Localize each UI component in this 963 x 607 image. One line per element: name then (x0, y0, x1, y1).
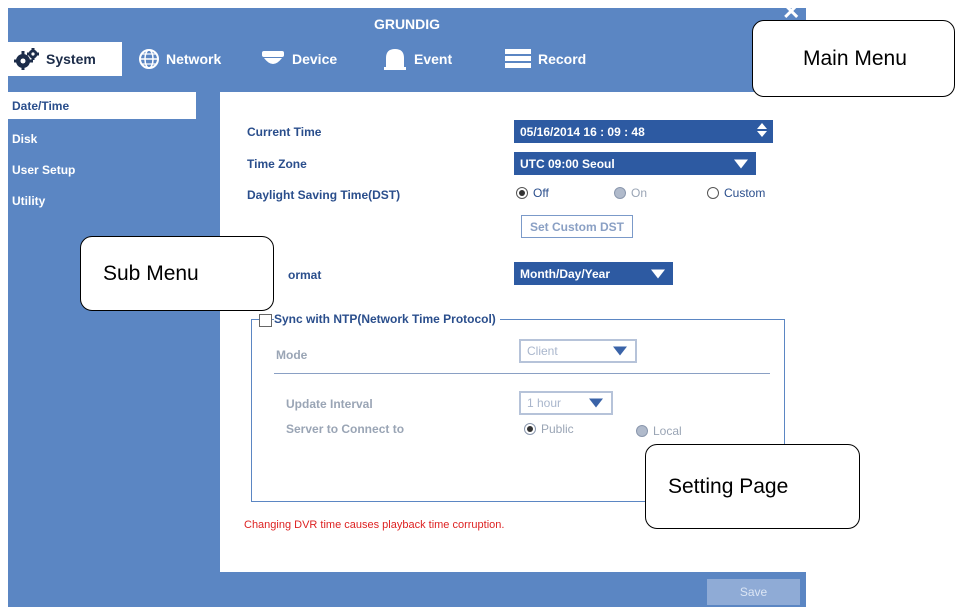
tab-label: Event (414, 51, 453, 67)
mode-value: Client (527, 344, 558, 358)
chevron-down-icon (589, 398, 603, 408)
divider (274, 373, 770, 374)
dst-custom-label: Custom (724, 186, 766, 200)
dst-on-radio[interactable]: On (614, 186, 647, 200)
current-time-field[interactable]: 05/16/2014 16 : 09 : 48 (514, 120, 773, 143)
save-button[interactable]: Save (707, 579, 800, 605)
server-public-label: Public (541, 422, 574, 436)
tab-event[interactable]: Event (376, 42, 452, 76)
sidebar-item-disk[interactable]: Disk (8, 123, 196, 154)
radio-disabled-icon (614, 187, 626, 199)
server-public-radio[interactable]: Public (524, 422, 574, 436)
main-menu: System Network Device Event Record (8, 42, 806, 78)
update-interval-select[interactable]: 1 hour (519, 391, 613, 415)
ntp-checkbox[interactable] (259, 314, 272, 327)
current-time-label: Current Time (247, 125, 322, 139)
camera-icon (262, 51, 284, 64)
dst-off-radio[interactable]: Off (516, 186, 549, 200)
record-icon (505, 49, 531, 68)
server-local-label: Local (653, 424, 682, 438)
date-format-value: Month/Day/Year (520, 266, 611, 281)
main-menu-callout: Main Menu (752, 20, 955, 97)
sidebar-item-datetime[interactable]: Date/Time (8, 92, 196, 119)
warning-text: Changing DVR time causes playback time c… (244, 519, 505, 531)
tab-record[interactable]: Record (498, 42, 586, 76)
globe-icon (139, 49, 159, 69)
mode-select[interactable]: Client (519, 339, 637, 363)
tab-label: Device (292, 51, 338, 67)
tab-label: Network (166, 51, 222, 67)
radio-selected-icon (516, 187, 528, 199)
date-format-label: ormat (288, 268, 322, 282)
radio-icon (707, 187, 719, 199)
spinner-icon[interactable] (757, 123, 767, 137)
setting-page-callout: Setting Page (645, 444, 860, 529)
dst-on-label: On (631, 186, 648, 200)
chevron-down-icon (613, 346, 627, 356)
current-time-value: 05/16/2014 16 : 09 : 48 (520, 124, 645, 139)
sub-menu: Date/Time Disk User Setup Utility (8, 92, 196, 216)
time-zone-label: Time Zone (247, 157, 307, 171)
date-format-select[interactable]: Month/Day/Year (514, 262, 673, 285)
dst-custom-radio[interactable]: Custom (707, 186, 765, 200)
mode-label: Mode (276, 348, 308, 362)
bell-icon (384, 49, 406, 70)
tab-label: System (46, 51, 96, 67)
time-zone-value: UTC 09:00 Seoul (520, 156, 615, 171)
ntp-label: Sync with NTP(Network Time Protocol) (274, 312, 500, 326)
sidebar-item-user-setup[interactable]: User Setup (8, 154, 196, 185)
radio-disabled-icon (636, 425, 648, 437)
update-interval-value: 1 hour (527, 396, 562, 410)
dst-label: Daylight Saving Time(DST) (247, 188, 401, 202)
tab-system[interactable]: System (8, 42, 122, 76)
tab-label: Record (538, 51, 587, 67)
chevron-down-icon (734, 159, 748, 168)
update-interval-label: Update Interval (286, 397, 373, 411)
window-title: GRUNDIG (373, 16, 441, 32)
gear-icon (14, 48, 39, 70)
dst-off-label: Off (533, 186, 549, 200)
time-zone-select[interactable]: UTC 09:00 Seoul (514, 152, 756, 175)
sub-menu-callout: Sub Menu (80, 236, 274, 311)
sidebar-item-utility[interactable]: Utility (8, 185, 196, 216)
tab-network[interactable]: Network (132, 42, 221, 76)
chevron-down-icon (651, 269, 665, 278)
set-custom-dst-button[interactable]: Set Custom DST (521, 215, 633, 238)
server-local-radio[interactable]: Local (636, 424, 682, 438)
server-label: Server to Connect to (286, 422, 405, 436)
radio-selected-icon (524, 423, 536, 435)
tab-device[interactable]: Device (254, 42, 337, 76)
